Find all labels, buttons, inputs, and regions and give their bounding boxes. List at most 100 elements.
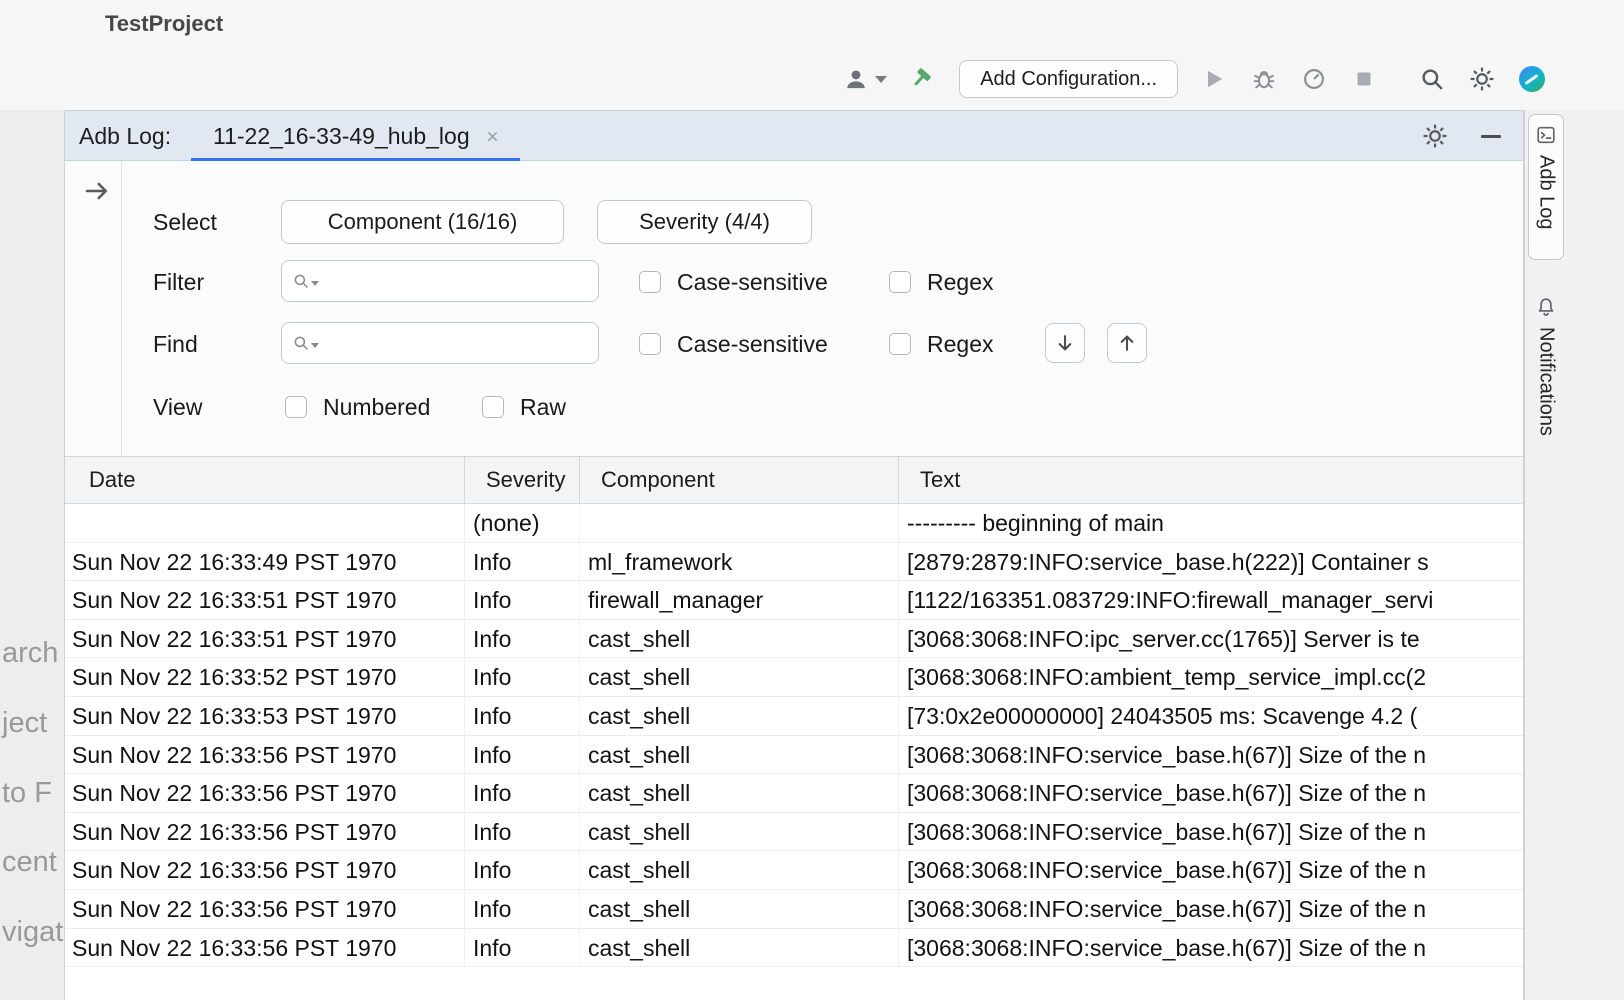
log-severity-cell: Info: [464, 658, 579, 696]
find-previous-button[interactable]: [1107, 323, 1147, 363]
log-text-cell: [3068:3068:INFO:service_base.h(67)] Size…: [898, 890, 1523, 928]
filter-search-box: [281, 260, 599, 302]
add-configuration-button[interactable]: Add Configuration...: [959, 60, 1178, 98]
dock-tab-adb-log-label: Adb Log: [1535, 155, 1558, 230]
view-raw-checkbox[interactable]: [482, 396, 504, 418]
select-label: Select: [153, 209, 217, 235]
find-case-sensitive-label[interactable]: Case-sensitive: [677, 331, 828, 357]
view-numbered-label[interactable]: Numbered: [323, 394, 430, 420]
view-raw-label[interactable]: Raw: [520, 394, 566, 420]
profiler-icon[interactable]: [1300, 65, 1328, 93]
find-next-button[interactable]: [1045, 323, 1085, 363]
log-severity-cell: Info: [464, 620, 579, 658]
search-everywhere-icon[interactable]: [1418, 65, 1446, 93]
settings-gear-icon[interactable]: [1468, 65, 1496, 93]
component-filter-button[interactable]: Component (16/16): [281, 200, 564, 244]
gutter-divider: [121, 161, 122, 456]
column-header-component: Component: [579, 457, 898, 503]
log-table-row[interactable]: Sun Nov 22 16:33:56 PST 1970 Info cast_s…: [65, 890, 1523, 929]
log-text-cell: [3068:3068:INFO:ambient_temp_service_imp…: [898, 658, 1523, 696]
expand-arrow-icon[interactable]: [83, 177, 111, 205]
log-component-cell: cast_shell: [579, 736, 898, 774]
filter-regex-label[interactable]: Regex: [927, 269, 993, 295]
user-icon: [842, 65, 870, 93]
log-date-cell: Sun Nov 22 16:33:56 PST 1970: [65, 890, 464, 928]
log-component-cell: cast_shell: [579, 813, 898, 851]
panel-settings-gear-icon[interactable]: [1421, 122, 1449, 150]
view-numbered-checkbox[interactable]: [285, 396, 307, 418]
filter-input[interactable]: [322, 270, 590, 293]
tool-window-header: Adb Log: 11-22_16-33-49_hub_log: [65, 111, 1523, 161]
build-hammer-icon[interactable]: [909, 65, 937, 93]
log-component-cell: firewall_manager: [579, 581, 898, 619]
filter-case-sensitive-checkbox[interactable]: [639, 271, 661, 293]
window-title: TestProject: [105, 11, 223, 37]
minimize-icon[interactable]: [1477, 122, 1505, 150]
search-icon[interactable]: [292, 272, 319, 290]
log-table-row[interactable]: Sun Nov 22 16:33:56 PST 1970 Info cast_s…: [65, 813, 1523, 852]
tab-close-icon[interactable]: [484, 127, 502, 145]
log-file-tab[interactable]: 11-22_16-33-49_hub_log: [191, 111, 520, 161]
log-date-cell: Sun Nov 22 16:33:51 PST 1970: [65, 581, 464, 619]
adb-log-tool-window: Adb Log: 11-22_16-33-49_hub_log Select C…: [64, 110, 1524, 1000]
log-severity-cell: Info: [464, 736, 579, 774]
user-profile-button[interactable]: [842, 65, 887, 93]
stop-icon[interactable]: [1350, 65, 1378, 93]
search-icon[interactable]: [292, 334, 319, 352]
log-component-cell: [579, 504, 898, 542]
log-table-row[interactable]: Sun Nov 22 16:33:56 PST 1970 Info cast_s…: [65, 851, 1523, 890]
find-label: Find: [153, 331, 198, 357]
log-text-cell: [2879:2879:INFO:service_base.h(222)] Con…: [898, 543, 1523, 581]
titlebar: TestProject Add Configuration...: [0, 0, 1624, 110]
dock-tab-adb-log[interactable]: Adb Log: [1528, 114, 1564, 260]
filter-case-sensitive-label[interactable]: Case-sensitive: [677, 269, 828, 295]
severity-filter-button[interactable]: Severity (4/4): [597, 200, 812, 244]
log-table-row[interactable]: Sun Nov 22 16:33:53 PST 1970 Info cast_s…: [65, 697, 1523, 736]
log-severity-cell: Info: [464, 813, 579, 851]
log-table: Date Severity Component Text (none) ----…: [65, 456, 1523, 1000]
find-regex-label[interactable]: Regex: [927, 331, 993, 357]
chevron-down-icon: [875, 76, 887, 83]
header-actions: [1421, 111, 1505, 161]
log-text-cell: [3068:3068:INFO:service_base.h(67)] Size…: [898, 736, 1523, 774]
log-table-row[interactable]: Sun Nov 22 16:33:51 PST 1970 Info firewa…: [65, 581, 1523, 620]
log-text-cell: --------- beginning of main: [898, 504, 1523, 542]
log-component-cell: cast_shell: [579, 697, 898, 735]
main-toolbar: Add Configuration...: [842, 58, 1546, 100]
find-case-sensitive-checkbox[interactable]: [639, 333, 661, 355]
view-label: View: [153, 394, 202, 420]
ide-logo-icon[interactable]: [1518, 65, 1546, 93]
log-table-body: (none) --------- beginning of main Sun N…: [65, 504, 1523, 1000]
log-text-cell: [3068:3068:INFO:service_base.h(67)] Size…: [898, 813, 1523, 851]
log-table-row[interactable]: Sun Nov 22 16:33:49 PST 1970 Info ml_fra…: [65, 543, 1523, 582]
log-severity-cell: Info: [464, 774, 579, 812]
log-text-cell: [73:0x2e00000000] 24043505 ms: Scavenge …: [898, 697, 1523, 735]
log-severity-cell: Info: [464, 929, 579, 967]
log-text-cell: [3068:3068:INFO:service_base.h(67)] Size…: [898, 929, 1523, 967]
log-table-row[interactable]: Sun Nov 22 16:33:56 PST 1970 Info cast_s…: [65, 736, 1523, 775]
find-input[interactable]: [322, 332, 590, 355]
log-date-cell: [65, 504, 464, 542]
filter-label: Filter: [153, 269, 204, 295]
log-table-row[interactable]: (none) --------- beginning of main: [65, 504, 1523, 543]
background-text-fragment: cent: [2, 846, 57, 879]
log-table-row[interactable]: Sun Nov 22 16:33:52 PST 1970 Info cast_s…: [65, 658, 1523, 697]
table-header: Date Severity Component Text: [65, 457, 1523, 504]
log-tab-label: 11-22_16-33-49_hub_log: [213, 123, 470, 150]
log-component-cell: cast_shell: [579, 890, 898, 928]
find-regex-checkbox[interactable]: [889, 333, 911, 355]
logo-disc: [1519, 66, 1545, 92]
dock-tab-notifications[interactable]: Notifications: [1528, 292, 1564, 436]
debug-bug-icon[interactable]: [1250, 65, 1278, 93]
run-icon[interactable]: [1200, 65, 1228, 93]
log-table-row[interactable]: Sun Nov 22 16:33:51 PST 1970 Info cast_s…: [65, 620, 1523, 659]
log-table-row[interactable]: Sun Nov 22 16:33:56 PST 1970 Info cast_s…: [65, 774, 1523, 813]
dock-tab-notifications-label: Notifications: [1535, 327, 1558, 436]
filter-regex-checkbox[interactable]: [889, 271, 911, 293]
log-table-row[interactable]: Sun Nov 22 16:33:56 PST 1970 Info cast_s…: [65, 929, 1523, 968]
log-severity-cell: Info: [464, 581, 579, 619]
log-date-cell: Sun Nov 22 16:33:53 PST 1970: [65, 697, 464, 735]
log-severity-cell: Info: [464, 851, 579, 889]
search-history-chevron-icon: [311, 343, 319, 348]
filter-panel: Select Component (16/16) Severity (4/4) …: [65, 161, 1523, 456]
